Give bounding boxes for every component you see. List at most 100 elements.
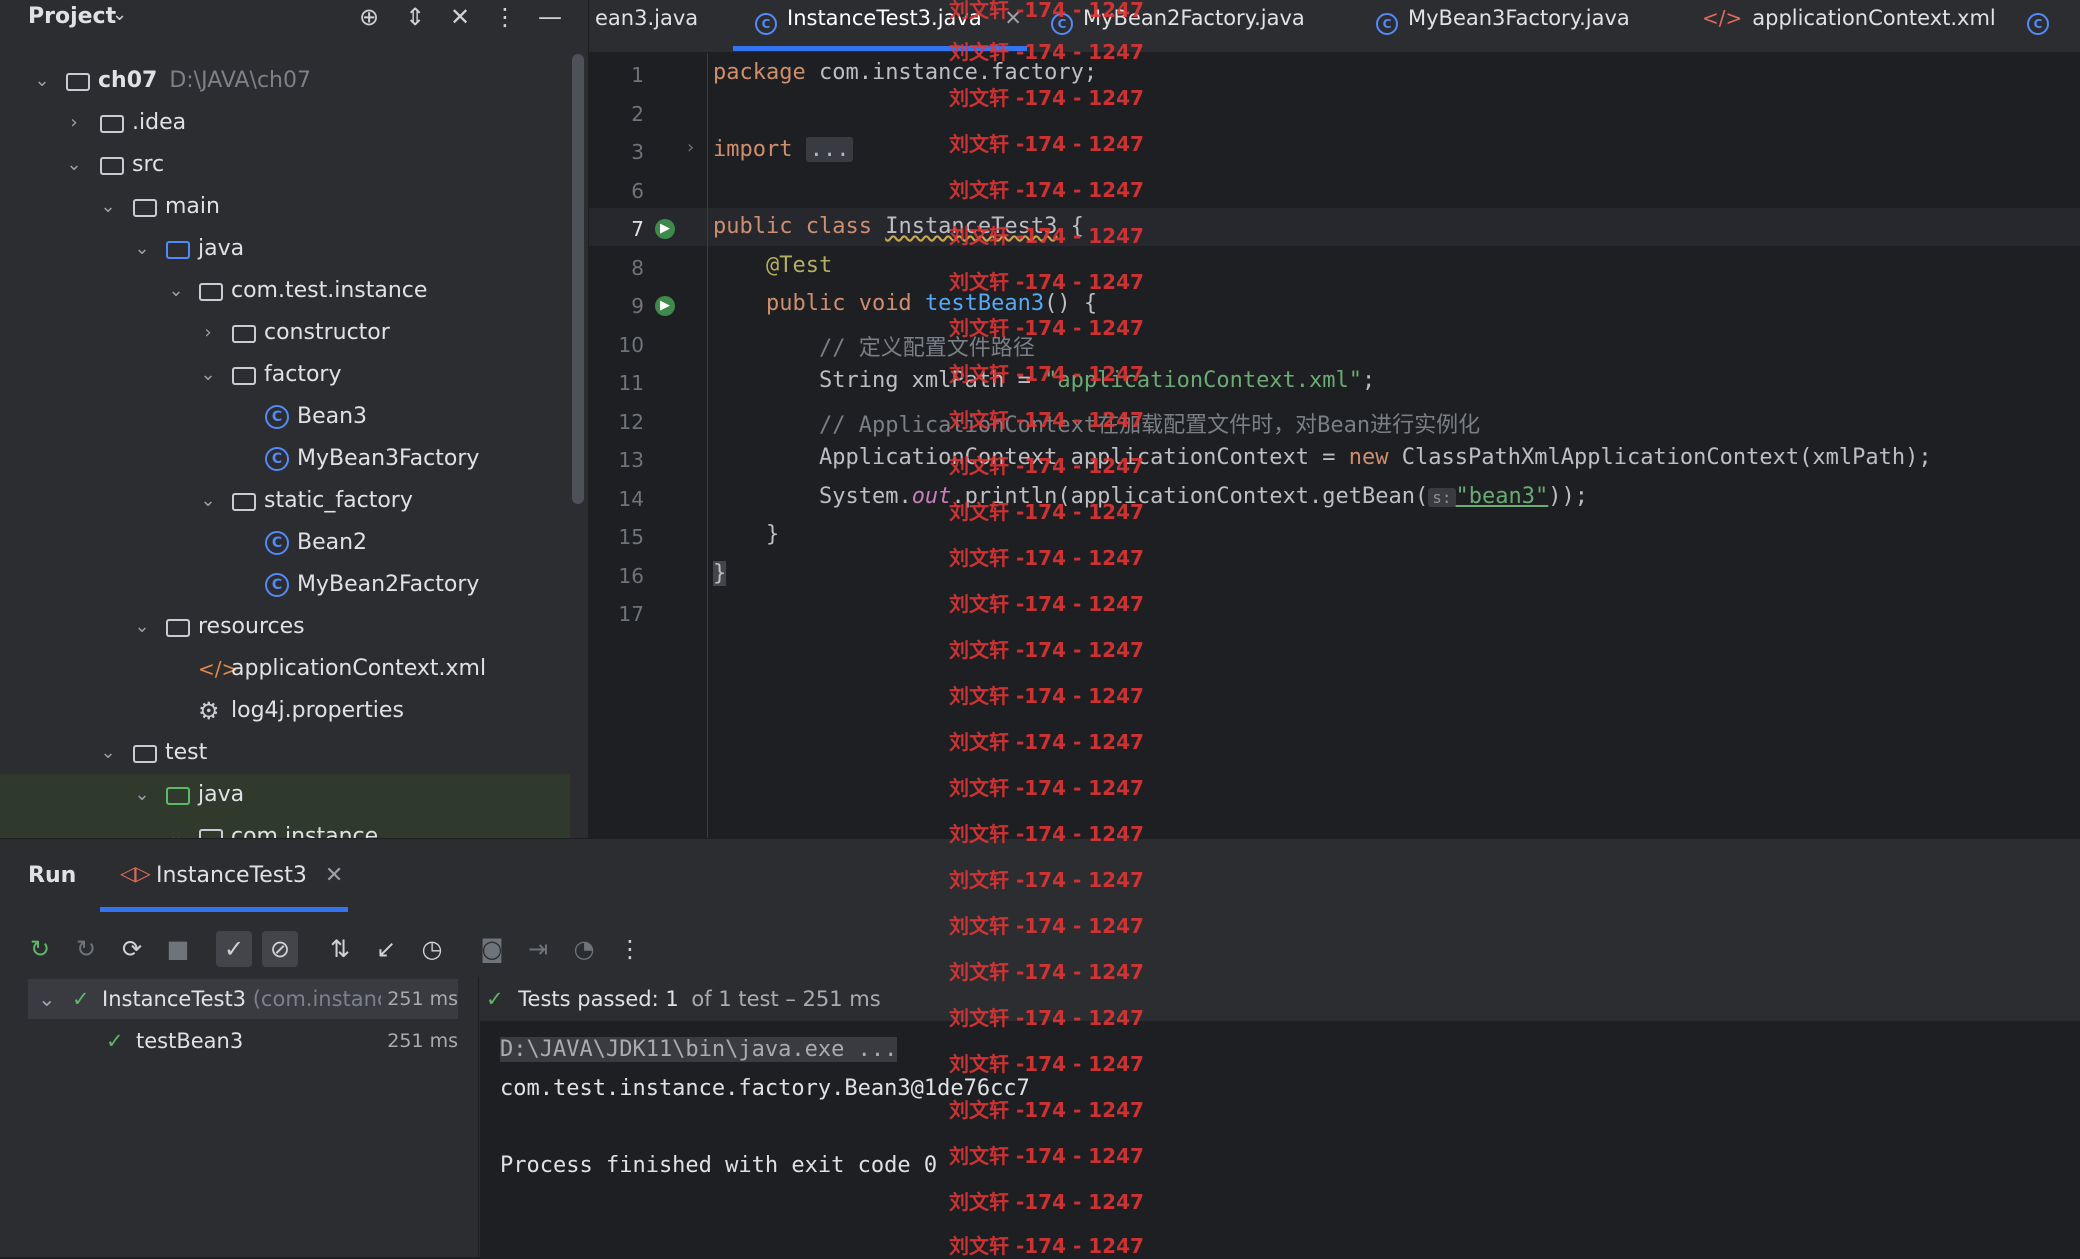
tree-node-test-java[interactable]: ⌄ java [0, 774, 570, 816]
tree-node-label: applicationContext.xml [231, 656, 487, 681]
more-options-icon[interactable]: ⋮ [612, 931, 648, 967]
chevron-down-icon[interactable]: ⌄ [132, 606, 152, 648]
chevron-down-icon[interactable]: ⌄ [32, 60, 52, 102]
line-number: 13 [618, 448, 644, 472]
tab-overflow[interactable]: C [2027, 0, 2059, 52]
chevron-down-icon[interactable]: ⌄ [38, 979, 56, 1019]
test-row-text: InstanceTest3 (com.instance [102, 979, 401, 1019]
test-name: InstanceTest3 [102, 987, 247, 1011]
chevron-down-icon[interactable]: ⌄ [98, 732, 118, 774]
tree-node-factory[interactable]: ⌄ factory [0, 354, 570, 396]
sort-icon[interactable]: ⇅ [322, 931, 358, 967]
close-icon[interactable]: ✕ [325, 863, 343, 888]
run-test-icon[interactable]: ▶ [655, 296, 675, 316]
run-test-icon[interactable]: ▶ [655, 219, 675, 239]
tree-node-label: test [165, 740, 208, 765]
history-icon[interactable]: ◷ [414, 931, 450, 967]
tree-node-resources[interactable]: ⌄ resources [0, 606, 570, 648]
tree-node-static-factory[interactable]: ⌄ static_factory [0, 480, 570, 522]
tree-node-mybean2factory[interactable]: C MyBean2Factory [0, 564, 570, 606]
project-title[interactable]: Project [28, 4, 116, 29]
watermark: 刘文轩 -174 - 1247 [949, 592, 1144, 616]
check-icon: ✓ [72, 987, 90, 1011]
test-row-instancetest3[interactable]: ⌄ ✓ InstanceTest3 (com.instance 251 ms [28, 979, 458, 1019]
tree-node-log4j-properties[interactable]: ⚙ log4j.properties [0, 690, 570, 732]
watermark: 刘文轩 -174 - 1247 [949, 1190, 1144, 1214]
chevron-down-icon[interactable]: ⌄ [112, 4, 127, 25]
line-number: 16 [618, 564, 644, 588]
rerun-icon[interactable]: ↻ [22, 931, 58, 967]
class-icon: C [1376, 13, 1398, 35]
folded-imports[interactable]: ... [805, 137, 854, 162]
coverage-icon[interactable]: ◔ [566, 931, 602, 967]
chevron-down-icon[interactable]: ⌄ [198, 480, 218, 522]
chevron-down-icon[interactable]: ⌄ [64, 144, 84, 186]
show-passed-icon[interactable]: ✓ [216, 931, 252, 967]
chevron-down-icon[interactable]: ⌄ [132, 774, 152, 816]
tree-node-constructor[interactable]: › constructor [0, 312, 570, 354]
watermark: 刘文轩 -174 - 1247 [949, 776, 1144, 800]
locate-icon[interactable]: ⊕ [354, 2, 384, 32]
tree-node-bean3[interactable]: C Bean3 [0, 396, 570, 438]
code-line-14: System.out.println(applicationContext.ge… [818, 484, 1588, 509]
tree-node-idea[interactable]: › .idea [0, 102, 570, 144]
tree-node-com-instance[interactable]: ⌄ com.instance [0, 816, 570, 838]
test-tree: ⌄ ✓ InstanceTest3 (com.instance 251 ms ✓… [6, 977, 479, 1257]
tree-node-src[interactable]: ⌄ src [0, 144, 570, 186]
tree-node-label: log4j.properties [231, 698, 404, 723]
fold-chevron-icon[interactable]: › [687, 137, 694, 158]
show-ignored-icon[interactable]: ⊘ [262, 931, 298, 967]
tree-node-mybean3factory[interactable]: C MyBean3Factory [0, 438, 570, 480]
expand-all-icon[interactable]: ⇕ [400, 2, 430, 32]
collapse-icon[interactable]: ↙ [368, 931, 404, 967]
chevron-down-icon[interactable]: ⌄ [132, 228, 152, 270]
test-name: testBean3 [136, 1029, 244, 1053]
folder-icon [100, 115, 124, 133]
import-icon[interactable]: ⇥ [520, 931, 556, 967]
tree-node-java[interactable]: ⌄ java [0, 228, 570, 270]
class-icon: C [2027, 13, 2049, 35]
tree-node-main[interactable]: ⌄ main [0, 186, 570, 228]
tree-node-test[interactable]: ⌄ test [0, 732, 570, 774]
test-row-testbean3[interactable]: ✓ testBean3 251 ms [28, 1021, 458, 1061]
gear-icon: ⚙ [198, 697, 220, 725]
module-folder-icon [66, 73, 90, 91]
watermark: 刘文轩 -174 - 1247 [949, 86, 1144, 110]
more-options-icon[interactable]: ⋮ [490, 2, 520, 32]
chevron-down-icon[interactable]: ⌄ [166, 270, 186, 312]
package-icon [232, 325, 256, 343]
watermark: 刘文轩 -174 - 1247 [949, 408, 1144, 432]
code-editor[interactable]: 1 2 3 6 7 8 9 10 11 12 13 14 15 16 17 ▶ … [589, 53, 2080, 838]
tree-node-label: ch07 [98, 68, 158, 93]
active-run-tab-indicator [100, 907, 348, 912]
project-scrollbar[interactable] [572, 54, 584, 504]
run-tab-instancetest3[interactable]: InstanceTest3 ✕ [156, 863, 343, 888]
tests-passed-label: Tests passed: 1 [518, 987, 679, 1011]
test-time: 251 ms [381, 979, 458, 1019]
tab-mybean3factory[interactable]: C MyBean3Factory.java [1376, 0, 1630, 52]
tab-bean3[interactable]: ean3.java [595, 0, 698, 52]
tab-applicationcontext-xml[interactable]: </> applicationContext.xml [1702, 0, 1996, 52]
tree-node-ch07[interactable]: ⌄ ch07 D:\JAVA\ch07 [0, 60, 570, 102]
tree-node-com-test-instance[interactable]: ⌄ com.test.instance [0, 270, 570, 312]
watermark: 刘文轩 -174 - 1247 [949, 1006, 1144, 1030]
line-number: 12 [618, 410, 644, 434]
camera-icon[interactable]: ◙ [474, 931, 510, 967]
console[interactable]: ✓ Tests passed: 1 of 1 test – 251 ms D:\… [480, 977, 2080, 1257]
chevron-down-icon[interactable]: ⌄ [166, 816, 186, 838]
tree-node-bean2[interactable]: C Bean2 [0, 522, 570, 564]
chevron-down-icon[interactable]: ⌄ [198, 354, 218, 396]
tree-node-label: resources [198, 614, 305, 639]
chevron-down-icon[interactable]: ⌄ [98, 186, 118, 228]
minimize-icon[interactable]: — [535, 2, 565, 32]
collapse-all-icon[interactable]: ✕ [445, 2, 475, 32]
rerun-failed-icon[interactable]: ↻ [68, 931, 104, 967]
watermark: 刘文轩 -174 - 1247 [949, 316, 1144, 340]
chevron-right-icon[interactable]: › [64, 102, 84, 144]
console-line-command[interactable]: D:\JAVA\JDK11\bin\java.exe ... [500, 1037, 898, 1062]
line-number: 10 [618, 333, 644, 357]
chevron-right-icon[interactable]: › [198, 312, 218, 354]
tree-node-applicationcontext-xml[interactable]: </> applicationContext.xml [0, 648, 570, 690]
stop-icon[interactable]: ■ [160, 931, 196, 967]
rerun-auto-icon[interactable]: ⟳ [114, 931, 150, 967]
